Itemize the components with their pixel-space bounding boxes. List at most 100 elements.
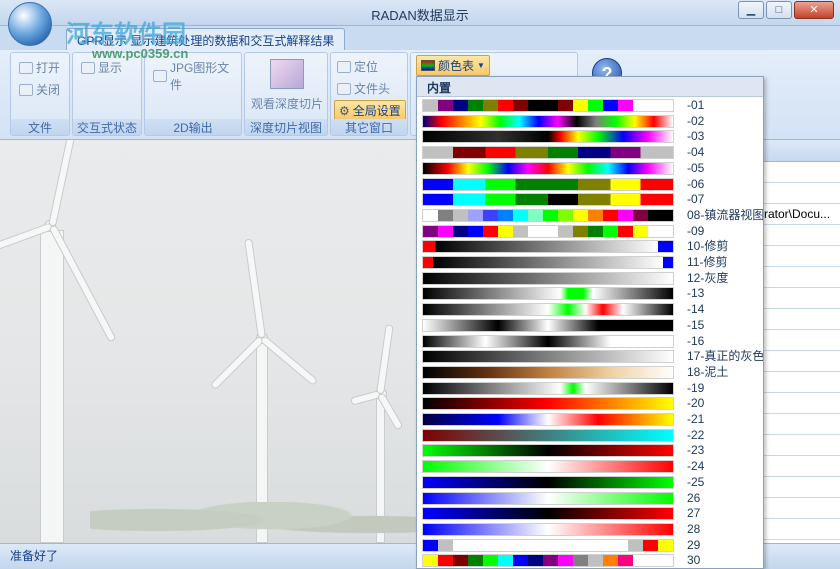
list-item[interactable]	[761, 246, 840, 267]
list-item[interactable]	[761, 519, 840, 540]
minimize-button[interactable]: ▁	[738, 1, 764, 19]
list-item[interactable]	[761, 456, 840, 477]
colormap-label: -03	[687, 129, 705, 144]
colormap-option[interactable]: -15	[417, 318, 763, 334]
colormap-swatch	[422, 350, 674, 364]
list-item[interactable]	[761, 393, 840, 414]
file-header-button[interactable]: 文件头	[337, 80, 390, 97]
colormap-option[interactable]: -20	[417, 396, 763, 412]
watermark-logo: 河东软件园	[66, 20, 186, 48]
view-depth-slice-button[interactable]: 观看深度切片	[251, 95, 323, 112]
colormap-label: 27	[687, 506, 701, 521]
colormap-option[interactable]: -25	[417, 475, 763, 491]
list-item[interactable]	[761, 414, 840, 435]
colormap-swatch	[422, 224, 674, 238]
colormap-label: 12-灰度	[687, 270, 729, 285]
close-file-button[interactable]: 关闭	[19, 81, 60, 98]
global-settings-button[interactable]: ⚙ 全局设置	[334, 100, 406, 121]
chevron-down-icon: ▼	[477, 61, 485, 70]
colormap-option[interactable]: 29	[417, 538, 763, 554]
colormap-option[interactable]: 28	[417, 522, 763, 538]
colormap-swatch	[422, 256, 674, 269]
colormap-option[interactable]: -04	[417, 145, 763, 161]
gear-icon: ⚙	[339, 103, 350, 118]
colormap-option[interactable]: -23	[417, 443, 763, 459]
colormap-label: -16	[687, 333, 705, 348]
open-label: 打开	[36, 61, 61, 75]
colormap-label: -14	[687, 302, 705, 317]
colormap-option[interactable]: -16	[417, 334, 763, 350]
colormap-option[interactable]: -13	[417, 286, 763, 302]
maximize-button[interactable]: □	[766, 1, 792, 19]
color-table-label: 颜色表	[438, 59, 475, 73]
colormap-option[interactable]: 26	[417, 491, 763, 507]
list-item[interactable]	[761, 309, 840, 330]
colormap-option[interactable]: -01	[417, 98, 763, 114]
colormap-option[interactable]: -19	[417, 381, 763, 397]
close-button[interactable]: ✕	[794, 1, 834, 19]
colormap-label: -05	[687, 160, 705, 175]
jpg-output-label: JPG图形文件	[169, 61, 230, 92]
group-label-2d-output: 2D输出	[145, 119, 241, 135]
list-item[interactable]	[761, 288, 840, 309]
colormap-label: 08-镇流器视图	[687, 207, 764, 222]
colormap-option[interactable]: -14	[417, 302, 763, 318]
list-item[interactable]	[761, 372, 840, 393]
group-label-interactive-state: 交互式状态	[73, 119, 141, 135]
locate-button[interactable]: 定位	[337, 58, 378, 75]
list-item[interactable]	[761, 330, 840, 351]
view-depth-slice-label: 观看深度切片	[251, 97, 324, 111]
colormap-option[interactable]: -24	[417, 459, 763, 475]
colormap-label: -15	[687, 317, 705, 332]
colormap-option[interactable]: 30	[417, 553, 763, 568]
colormap-option[interactable]: 11-修剪	[417, 255, 763, 271]
list-item[interactable]	[761, 435, 840, 456]
list-item[interactable]	[761, 477, 840, 498]
colormap-option[interactable]: 18-泥土	[417, 365, 763, 381]
colormap-option[interactable]: 08-镇流器视图	[417, 208, 763, 224]
colormap-swatch	[422, 114, 674, 128]
colormap-option[interactable]: -21	[417, 412, 763, 428]
jpg-output-button[interactable]: JPG图形文件	[153, 59, 241, 93]
colormap-option[interactable]: -03	[417, 129, 763, 145]
color-table-button[interactable]: 颜色表 ▼	[416, 55, 490, 76]
colormap-option[interactable]: 10-修剪	[417, 239, 763, 255]
display-button[interactable]: 显示	[81, 59, 122, 76]
list-item[interactable]	[761, 162, 840, 183]
colormap-swatch	[422, 522, 674, 536]
list-item[interactable]	[761, 267, 840, 288]
group-file: 打开 关闭 文件	[10, 52, 70, 136]
image-file-icon	[153, 70, 167, 82]
open-button[interactable]: 打开	[19, 59, 60, 76]
right-panel-header	[761, 140, 840, 162]
list-item[interactable]: rator\Docu...	[761, 204, 840, 225]
colormap-swatch	[422, 460, 674, 474]
colormap-option[interactable]: -05	[417, 161, 763, 177]
window-controls: ▁ □ ✕	[738, 1, 834, 19]
colormap-option[interactable]: -09	[417, 224, 763, 240]
list-item[interactable]	[761, 351, 840, 372]
colormap-label: 18-泥土	[687, 364, 729, 379]
colormap-label: -06	[687, 176, 705, 191]
colormap-option[interactable]: -02	[417, 114, 763, 130]
colormap-swatch	[422, 491, 674, 505]
colormap-option[interactable]: -22	[417, 428, 763, 444]
list-item[interactable]	[761, 225, 840, 246]
folder-close-icon	[19, 83, 33, 96]
display-icon	[81, 61, 95, 74]
colormap-swatch	[422, 177, 674, 191]
colormap-swatch	[422, 507, 674, 521]
file-header-label: 文件头	[354, 82, 391, 96]
colormap-swatch	[422, 413, 674, 426]
colormap-option[interactable]: 12-灰度	[417, 271, 763, 287]
application-menu-orb[interactable]	[8, 2, 52, 46]
list-item[interactable]	[761, 183, 840, 204]
colormap-option[interactable]: -06	[417, 177, 763, 193]
colormap-label: 29	[687, 537, 701, 552]
colormap-option[interactable]: -07	[417, 192, 763, 208]
colormap-swatch	[422, 318, 674, 332]
list-item[interactable]	[761, 498, 840, 519]
palette-icon	[421, 60, 435, 71]
colormap-option[interactable]: 17-真正的灰色	[417, 349, 763, 365]
colormap-option[interactable]: 27	[417, 506, 763, 522]
